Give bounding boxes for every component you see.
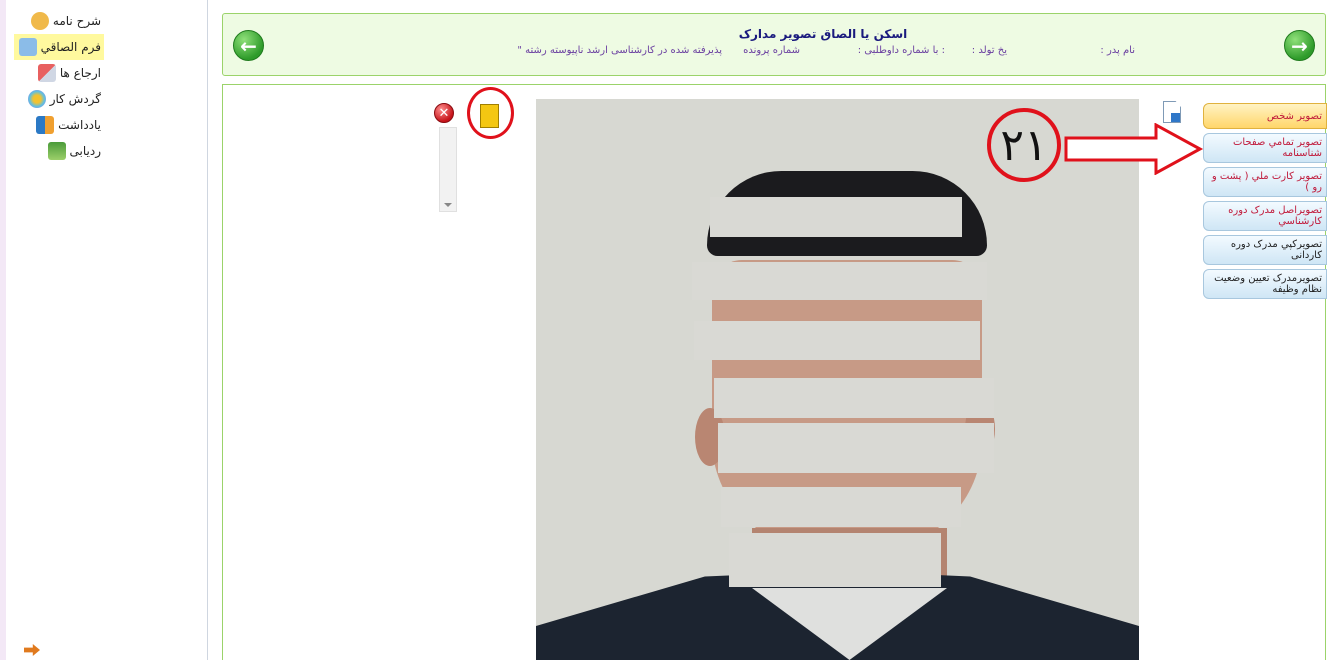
redaction-bar <box>721 487 961 527</box>
sidebar-item-label: شرح نامه <box>52 14 101 28</box>
tab-national-card[interactable]: تصویر کارت ملي ( پشت و رو ) <box>1203 167 1327 197</box>
workflow-icon <box>27 90 46 108</box>
forward-arrow-icon[interactable]: → <box>1284 30 1315 61</box>
document-tabs: تصویر شخص تصوير تمامي صفحات شناسنامه تصو… <box>1203 103 1327 303</box>
annotation-number-circle: ۲۱ <box>987 108 1061 182</box>
tab-person-photo[interactable]: تصویر شخص <box>1203 103 1327 129</box>
redaction-bar <box>729 533 941 587</box>
tracking-icon <box>47 142 66 160</box>
redaction-bar <box>710 197 962 237</box>
applicant-number-label: : با شماره داوطلبی : <box>857 45 945 56</box>
sidebar-menu: شرح نامه فرم الصاقي ارجاع ها گردش کار يا… <box>14 8 104 164</box>
sidebar-item-label: ردیابی <box>69 144 101 158</box>
thumbnail-scrollbar[interactable] <box>439 127 457 212</box>
sidebar-item-letter-description[interactable]: شرح نامه <box>14 8 104 34</box>
sidebar-item-notes[interactable]: يادداشت <box>14 112 104 138</box>
redaction-bar <box>692 262 987 300</box>
sidebar-item-referrals[interactable]: ارجاع ها <box>14 60 104 86</box>
sidebar-item-label: گردش کار <box>49 92 101 106</box>
admission-text: پذیرفته شده در کارشناسی ارشد ناپیوسته رش… <box>517 45 722 56</box>
tab-birth-certificate[interactable]: تصوير تمامي صفحات شناسنامه <box>1203 133 1327 163</box>
document-icon[interactable] <box>1163 101 1181 123</box>
highlight-circle-thumbnail <box>467 87 514 139</box>
file-number-label: شماره پرونده <box>743 45 800 56</box>
sidebar-item-label: فرم الصاقي <box>40 40 101 54</box>
sidebar-stripe <box>0 0 6 660</box>
father-name-label: نام پدر : <box>1100 45 1135 56</box>
redaction-bar <box>718 423 994 473</box>
sidebar-item-label: ارجاع ها <box>59 66 101 80</box>
tab-military-status[interactable]: تصويرمدرک تعيين وضعيت نظام وظيفه <box>1203 269 1327 299</box>
back-arrow-icon[interactable]: ← <box>233 30 264 61</box>
page-header: ← اسکن یا الصاق تصویر مدارک نام پدر : يخ… <box>222 13 1326 76</box>
sidebar-item-label: يادداشت <box>58 118 101 132</box>
form-icon <box>18 38 37 56</box>
note-icon <box>36 116 55 134</box>
sidebar-item-workflow[interactable]: گردش کار <box>14 86 104 112</box>
redaction-bar <box>694 321 980 360</box>
chevron-down-icon[interactable] <box>444 203 452 207</box>
redaction-bar <box>714 378 994 418</box>
birth-date-label: يخ تولد : <box>971 45 1007 56</box>
referral-icon <box>37 64 56 82</box>
close-icon[interactable]: ✕ <box>434 103 454 123</box>
envelope-icon <box>30 12 49 30</box>
annotation-arrow <box>1064 123 1204 175</box>
tab-associate-degree[interactable]: تصویرکپي مدرک دوره کاردانی <box>1203 235 1327 265</box>
sidebar: شرح نامه فرم الصاقي ارجاع ها گردش کار يا… <box>0 0 208 660</box>
sidebar-item-attachment-form[interactable]: فرم الصاقي <box>14 34 104 60</box>
page-title: اسکن یا الصاق تصویر مدارک <box>738 27 908 41</box>
sidebar-item-tracking[interactable]: ردیابی <box>14 138 104 164</box>
exit-icon[interactable] <box>24 644 40 656</box>
tab-bachelor-degree[interactable]: تصويراصل مدرک دوره کارشناسي <box>1203 201 1327 231</box>
